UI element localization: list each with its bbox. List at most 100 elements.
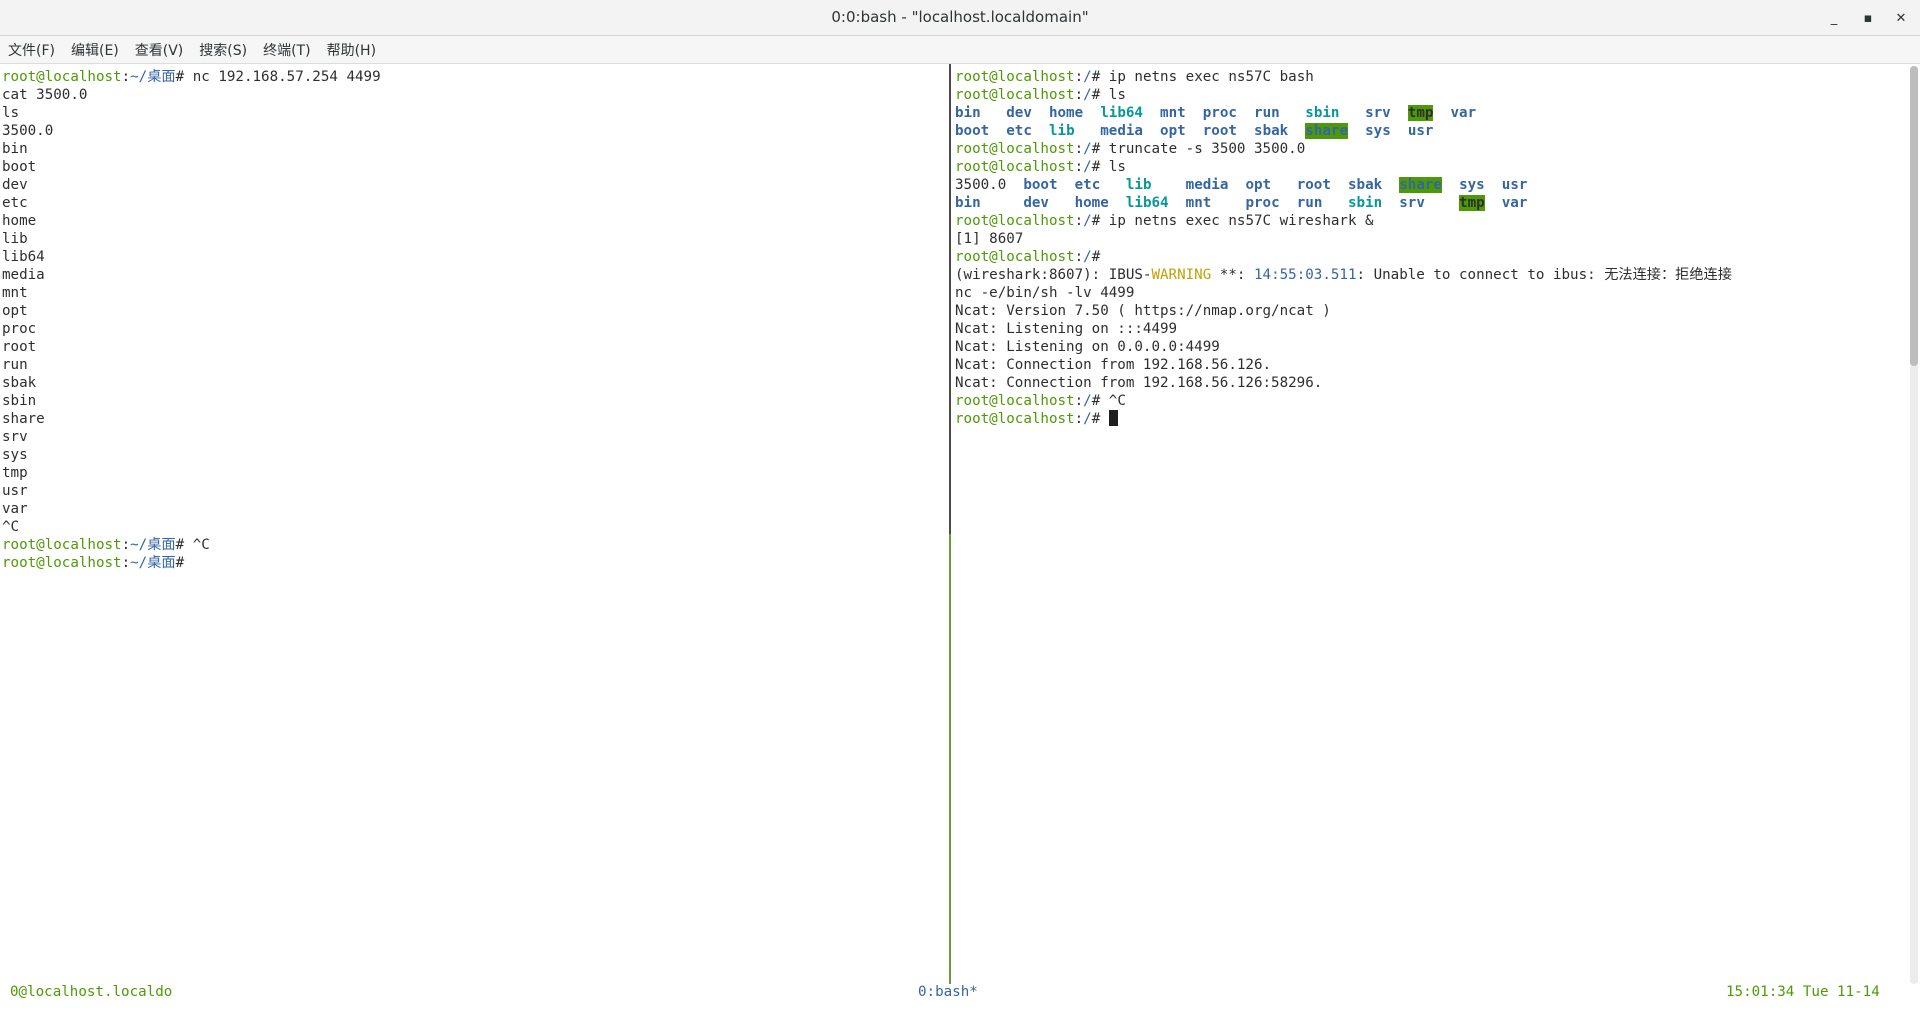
menu-search[interactable]: 搜索(S)	[191, 36, 255, 64]
prompt-path: /	[1083, 213, 1092, 229]
dir-entry: sbak	[1254, 123, 1289, 139]
dir-entry: boot	[1023, 177, 1058, 193]
prompt-path: /	[1083, 69, 1092, 85]
prompt-user: root@localhost	[2, 555, 122, 571]
menu-bar: 文件(F) 编辑(E) 查看(V) 搜索(S) 终端(T) 帮助(H)	[0, 36, 1920, 64]
warning-stars: **:	[1211, 267, 1254, 283]
command-text: ^C	[1100, 393, 1126, 409]
dir-entry: tmp	[1459, 195, 1485, 211]
dir-entry: media	[1185, 177, 1229, 193]
dir-entry: proc	[1245, 195, 1280, 211]
command-text: ip netns exec ns57C wireshark &	[1100, 213, 1374, 229]
dir-entry: proc	[1202, 105, 1237, 121]
prompt-path: /	[1083, 141, 1092, 157]
dir-entry: boot	[955, 123, 990, 139]
command-text: ip netns exec ns57C bash	[1100, 69, 1314, 85]
command-text: truncate -s 3500 3500.0	[1100, 141, 1306, 157]
prompt-path: /	[1083, 411, 1092, 427]
dir-entry: opt	[1160, 123, 1186, 139]
menu-view[interactable]: 查看(V)	[127, 36, 192, 64]
scrollbar-thumb[interactable]	[1910, 66, 1918, 366]
tmux-pane-left[interactable]: root@localhost:~/桌面# nc 192.168.57.254 4…	[2, 68, 942, 572]
dir-entry: bin	[955, 105, 981, 121]
terminal-area[interactable]: root@localhost:~/桌面# nc 192.168.57.254 4…	[0, 64, 1920, 1014]
warning-prefix: (wireshark:8607): IBUS-	[955, 267, 1152, 283]
dir-entry: run	[1296, 195, 1323, 211]
dir-entry: share	[1305, 123, 1349, 139]
dir-entry: mnt	[1185, 195, 1212, 211]
prompt-path: ~/桌面	[130, 69, 176, 85]
status-window[interactable]: 0:bash*	[918, 978, 978, 1006]
dir-entry: bin	[955, 195, 981, 211]
menu-edit[interactable]: 编辑(E)	[63, 36, 127, 64]
dir-entry: root	[1202, 123, 1237, 139]
prompt-user: root@localhost	[955, 213, 1075, 229]
prompt-user: root@localhost	[955, 249, 1075, 265]
prompt-path: /	[1083, 249, 1092, 265]
prompt-path: /	[1083, 159, 1092, 175]
prompt-user: root@localhost	[955, 393, 1075, 409]
command-text: ls	[1100, 159, 1126, 175]
window-title: 0:0:bash - "localhost.localdomain"	[831, 8, 1089, 26]
prompt-path: /	[1083, 393, 1092, 409]
minimize-icon[interactable]: _	[1821, 6, 1847, 30]
dir-entry: sbin	[1347, 195, 1383, 211]
tmux-status-bar: 0@localhost.localdo 0:bash* 15:01:34 Tue…	[0, 978, 1920, 1006]
ncat-output: nc -e/bin/sh -lv 4499 Ncat: Version 7.50…	[955, 285, 1331, 391]
menu-file[interactable]: 文件(F)	[0, 36, 63, 64]
title-bar: 0:0:bash - "localhost.localdomain" _ ▪ ✕	[0, 0, 1920, 36]
dir-entry: sys	[1365, 123, 1391, 139]
warning-time: 14:55:03.511	[1253, 267, 1357, 283]
close-icon[interactable]: ✕	[1888, 6, 1914, 30]
prompt-user: root@localhost	[955, 69, 1075, 85]
dir-entry: lib	[1125, 177, 1152, 193]
job-line: [1] 8607	[955, 231, 1024, 247]
dir-entry: home	[1048, 105, 1084, 121]
command-text: ls	[1100, 87, 1126, 103]
dir-entry: root	[1296, 177, 1331, 193]
pane-divider-top	[949, 64, 951, 534]
dir-entry: share	[1399, 177, 1442, 193]
warning-message: : Unable to connect to ibus: 无法连接：拒绝连接	[1356, 267, 1732, 283]
dir-entry: var	[1450, 105, 1477, 121]
tmux-pane-right[interactable]: root@localhost:/# ip netns exec ns57C ba…	[955, 68, 1895, 428]
prompt-user: root@localhost	[955, 159, 1075, 175]
dir-entry: var	[1501, 195, 1528, 211]
dir-entry: usr	[1407, 123, 1434, 139]
dir-entry: lib	[1048, 123, 1075, 139]
status-clock: 15:01:34 Tue 11-14	[1726, 984, 1880, 1000]
menu-terminal[interactable]: 终端(T)	[255, 36, 318, 64]
prompt-user: root@localhost	[955, 87, 1075, 103]
dir-entry: sbak	[1347, 177, 1383, 193]
command-text: ^C	[184, 537, 210, 553]
prompt-path: ~/桌面	[130, 555, 176, 571]
menu-help[interactable]: 帮助(H)	[319, 36, 384, 64]
dir-entry: srv	[1365, 105, 1391, 121]
dir-entry: home	[1074, 195, 1109, 211]
dir-entry: media	[1100, 123, 1143, 139]
command-output: cat 3500.0 ls 3500.0 bin boot dev etc ho…	[2, 87, 88, 535]
command-text: nc 192.168.57.254 4499	[184, 69, 381, 85]
prompt-user: root@localhost	[2, 537, 122, 553]
dir-entry: sbin	[1305, 105, 1340, 121]
text-cursor	[1108, 410, 1118, 426]
status-session: 0@localhost.localdo	[10, 984, 173, 1000]
dir-entry: dev	[1006, 105, 1032, 121]
prompt-path: /	[1083, 87, 1092, 103]
dir-entry: mnt	[1160, 105, 1186, 121]
dir-entry: usr	[1501, 177, 1528, 193]
dir-entry: tmp	[1407, 105, 1434, 121]
dir-entry: dev	[1023, 195, 1049, 211]
prompt-user: root@localhost	[955, 411, 1075, 427]
warning-label: WARNING	[1151, 267, 1212, 283]
dir-entry: opt	[1245, 177, 1272, 193]
dir-entry: run	[1254, 105, 1280, 121]
dir-entry: lib64	[1125, 195, 1169, 211]
dir-entry: lib64	[1100, 105, 1143, 121]
file-entry: 3500.0	[955, 177, 1007, 193]
maximize-icon[interactable]: ▪	[1855, 6, 1881, 30]
prompt-user: root@localhost	[955, 141, 1075, 157]
prompt-path: ~/桌面	[130, 537, 176, 553]
dir-entry: srv	[1399, 195, 1425, 211]
prompt-user: root@localhost	[2, 69, 122, 85]
